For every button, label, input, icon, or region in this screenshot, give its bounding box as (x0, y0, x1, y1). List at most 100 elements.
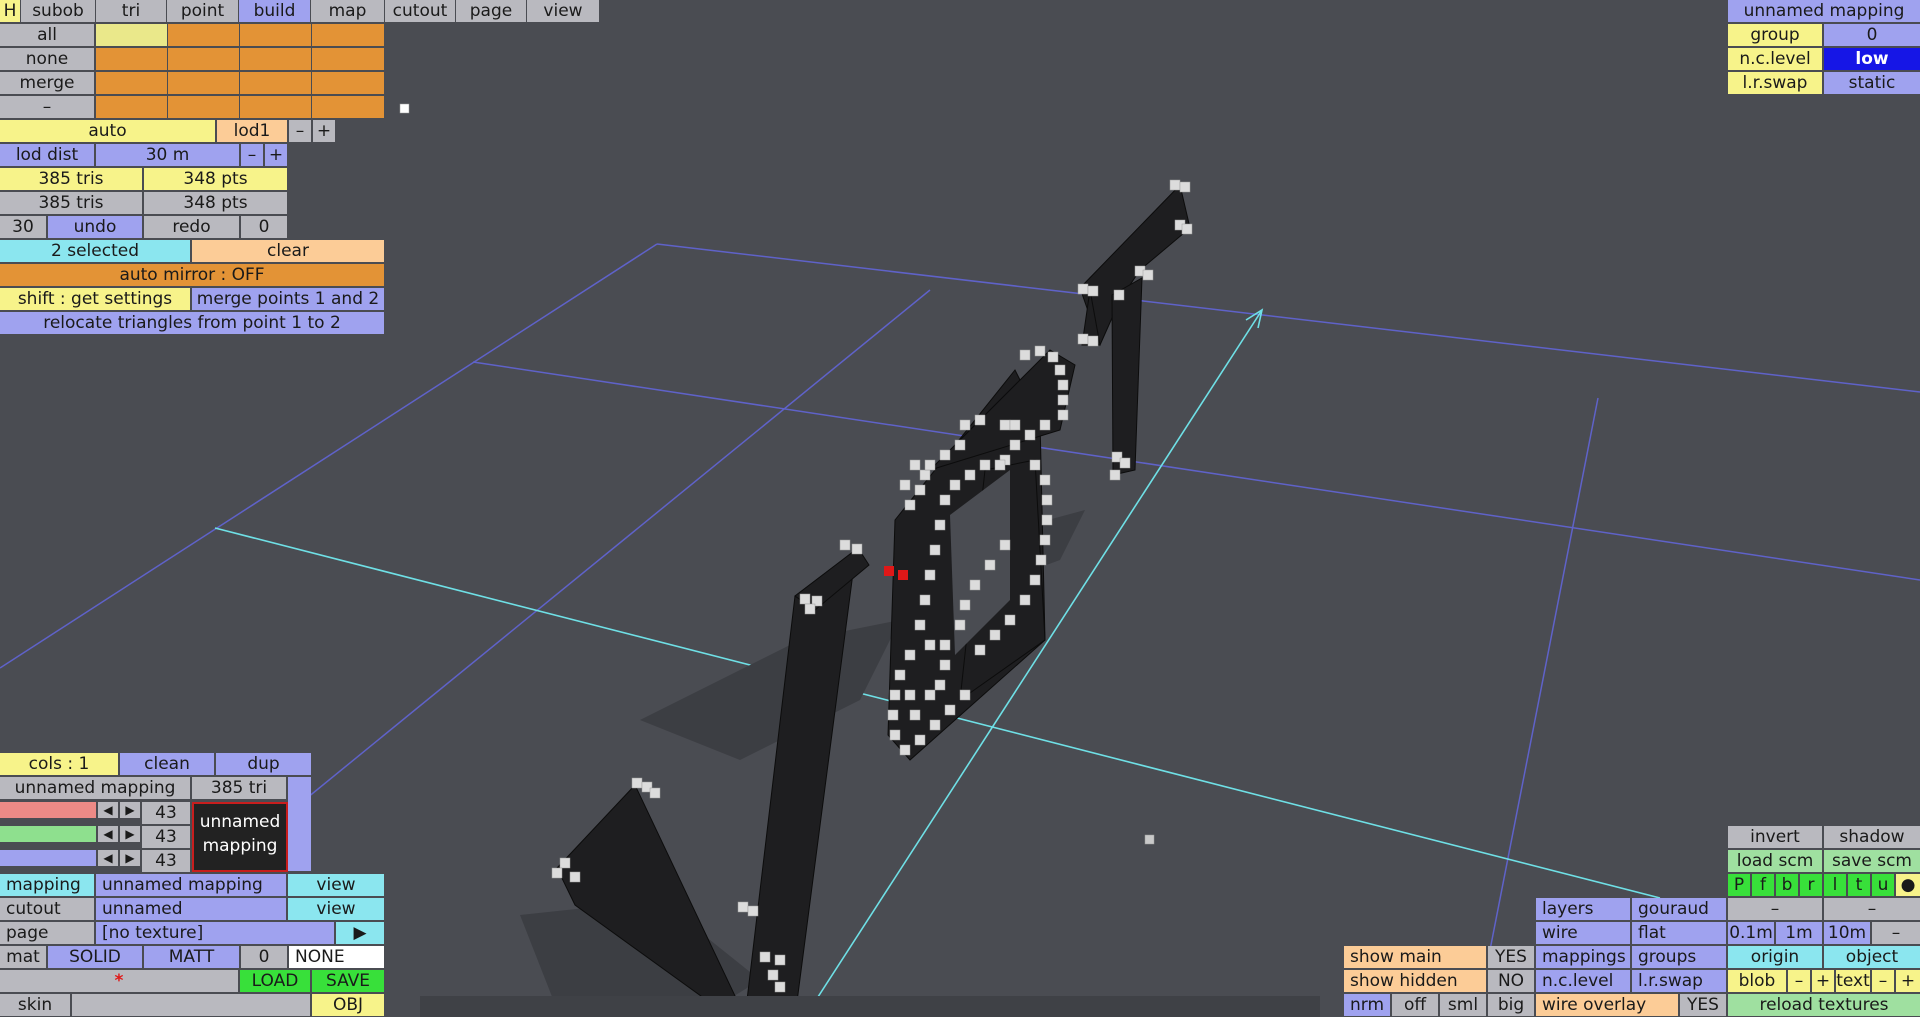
mat-none-field[interactable]: NONE (289, 946, 384, 968)
blob-minus-button[interactable]: – (1788, 970, 1810, 992)
group-slot[interactable] (312, 96, 384, 118)
tab-page[interactable]: page (456, 0, 526, 22)
skin-field[interactable] (72, 994, 310, 1016)
group-slot[interactable] (96, 96, 167, 118)
view-right-button[interactable]: r (1800, 874, 1822, 896)
redo-button[interactable]: redo (144, 216, 239, 238)
grid-01m-button[interactable]: 0.1m (1728, 922, 1774, 944)
mapping-view-button[interactable]: view (288, 874, 384, 896)
lod-auto-button[interactable]: auto (0, 120, 215, 142)
group-slot[interactable] (312, 72, 384, 94)
blob-button[interactable]: blob (1728, 970, 1786, 992)
select-none-button[interactable]: none (0, 48, 94, 70)
nrm-sml-button[interactable]: sml (1440, 994, 1486, 1016)
object-button[interactable]: object (1824, 946, 1920, 968)
text-minus-button[interactable]: – (1872, 970, 1894, 992)
origin-button[interactable]: origin (1728, 946, 1822, 968)
get-settings-button[interactable]: shift : get settings (0, 288, 190, 310)
view-back-button[interactable]: b (1776, 874, 1798, 896)
dash-button[interactable]: – (1824, 898, 1920, 920)
tab-point[interactable]: point (167, 0, 238, 22)
show-hidden-toggle[interactable]: NO (1488, 970, 1534, 992)
nclevel-button[interactable]: n.c.level (1536, 970, 1630, 992)
lrswap-button[interactable]: l.r.swap (1632, 970, 1726, 992)
blue-slider[interactable] (0, 850, 96, 866)
mapping-title[interactable]: unnamed mapping (1728, 0, 1920, 22)
tab-view[interactable]: view (527, 0, 599, 22)
mappings-button[interactable]: mappings (1536, 946, 1630, 968)
lod-dist-plus[interactable]: + (265, 144, 287, 166)
blob-plus-button[interactable]: + (1812, 970, 1834, 992)
undo-button[interactable]: undo (48, 216, 142, 238)
select-all-button[interactable]: all (0, 24, 94, 46)
dup-button[interactable]: dup (216, 753, 311, 775)
view-under-button[interactable]: u (1872, 874, 1894, 896)
tab-subob[interactable]: subob (21, 0, 95, 22)
green-increase[interactable]: ▶ (120, 826, 140, 842)
group-value[interactable]: 0 (1824, 24, 1920, 46)
lrswap-value[interactable]: static (1824, 72, 1920, 94)
view-p-button[interactable]: P (1728, 874, 1750, 896)
nrm-off-button[interactable]: off (1392, 994, 1438, 1016)
save-scm-button[interactable]: save scm (1824, 850, 1920, 872)
group-slot[interactable] (168, 24, 239, 46)
blue-decrease[interactable]: ◀ (98, 850, 118, 866)
group-slot[interactable] (168, 72, 239, 94)
color-scrollbar[interactable] (288, 777, 311, 871)
wire-overlay-toggle[interactable]: YES (1680, 994, 1726, 1016)
dash-button[interactable]: – (1728, 898, 1822, 920)
mapping-value[interactable]: unnamed mapping (96, 874, 286, 896)
blue-increase[interactable]: ▶ (120, 850, 140, 866)
save-button[interactable]: SAVE (312, 970, 384, 992)
mat-matt-button[interactable]: MATT (144, 946, 239, 968)
group-slot[interactable] (312, 24, 384, 46)
nclevel-value[interactable]: low (1824, 48, 1920, 70)
help-button[interactable]: H (0, 0, 20, 22)
page-value[interactable]: [no texture] (96, 922, 334, 944)
grid-1m-button[interactable]: 1m (1776, 922, 1822, 944)
clear-selection-button[interactable]: clear (192, 240, 384, 262)
grid-minus-button[interactable]: – (1872, 922, 1920, 944)
tab-tri[interactable]: tri (96, 0, 166, 22)
mat-solid-button[interactable]: SOLID (48, 946, 142, 968)
tab-cutout[interactable]: cutout (385, 0, 455, 22)
merge-points-button[interactable]: merge points 1 and 2 (192, 288, 384, 310)
obj-button[interactable]: OBJ (312, 994, 384, 1016)
group-slot[interactable] (168, 48, 239, 70)
cutout-value[interactable]: unnamed (96, 898, 286, 920)
nrm-big-button[interactable]: big (1488, 994, 1534, 1016)
layers-button[interactable]: layers (1536, 898, 1630, 920)
view-top-button[interactable]: t (1848, 874, 1870, 896)
merge-button[interactable]: merge (0, 72, 94, 94)
group-slot[interactable] (168, 96, 239, 118)
group-slot[interactable] (240, 72, 311, 94)
group-slot[interactable] (312, 48, 384, 70)
view-dot-button[interactable]: ● (1896, 874, 1920, 896)
cutout-view-button[interactable]: view (288, 898, 384, 920)
lod-dist-value[interactable]: 30 m (96, 144, 239, 166)
lod-plus-button[interactable]: + (313, 120, 335, 142)
groups-button[interactable]: groups (1632, 946, 1726, 968)
subtract-button[interactable]: – (0, 96, 94, 118)
tab-build[interactable]: build (239, 0, 310, 22)
load-button[interactable]: LOAD (240, 970, 310, 992)
lod-dist-minus[interactable]: – (241, 144, 263, 166)
view-front-button[interactable]: f (1752, 874, 1774, 896)
flat-button[interactable]: flat (1632, 922, 1726, 944)
group-slot[interactable] (240, 96, 311, 118)
shadow-button[interactable]: shadow (1824, 826, 1920, 848)
page-next-button[interactable]: ▶ (336, 922, 384, 944)
gouraud-button[interactable]: gouraud (1632, 898, 1726, 920)
text-button[interactable]: text (1836, 970, 1870, 992)
green-slider[interactable] (0, 826, 96, 842)
red-increase[interactable]: ▶ (120, 802, 140, 818)
clean-button[interactable]: clean (120, 753, 214, 775)
text-plus-button[interactable]: + (1896, 970, 1920, 992)
group-slot[interactable] (96, 48, 167, 70)
red-decrease[interactable]: ◀ (98, 802, 118, 818)
green-decrease[interactable]: ◀ (98, 826, 118, 842)
lod-level-button[interactable]: lod1 (217, 120, 287, 142)
view-left-button[interactable]: l (1824, 874, 1846, 896)
red-slider[interactable] (0, 802, 96, 818)
grid-10m-button[interactable]: 10m (1824, 922, 1870, 944)
